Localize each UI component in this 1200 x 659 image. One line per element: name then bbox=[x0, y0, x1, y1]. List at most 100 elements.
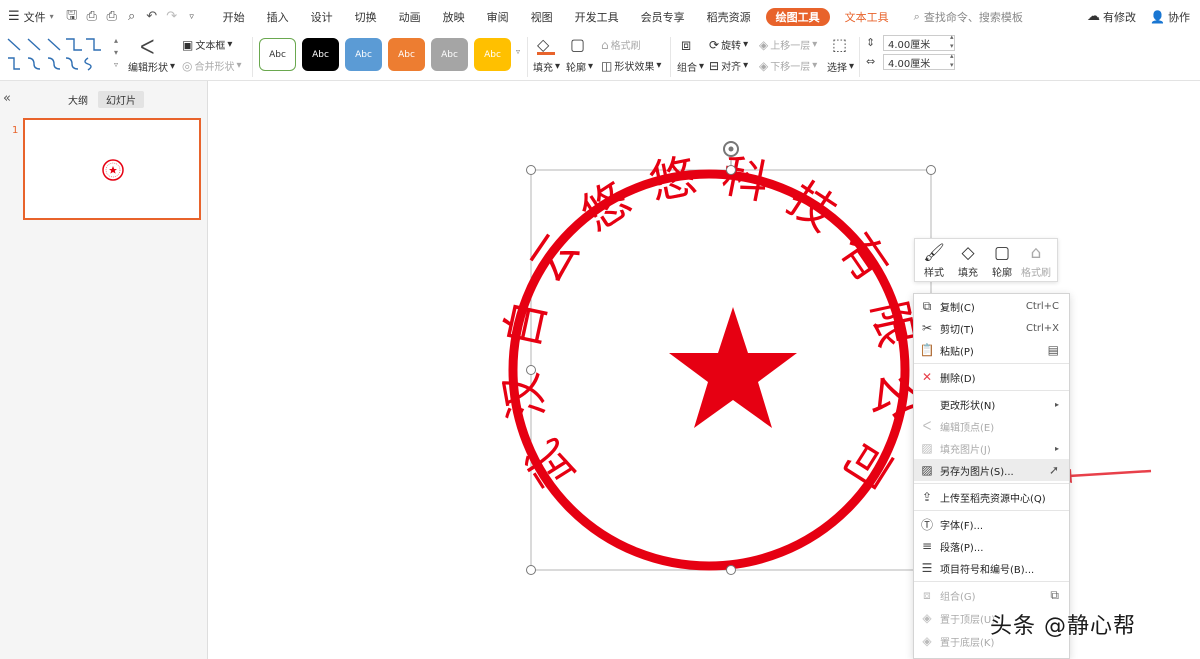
menu-item-group[interactable]: ⧈ 组合(G) ⧉ bbox=[914, 584, 1069, 606]
tab-slideshow[interactable]: 放映 bbox=[432, 0, 476, 33]
width-icon: ⇔ bbox=[866, 55, 876, 68]
list-icon: ☰ bbox=[921, 561, 933, 575]
tab-home[interactable]: 开始 bbox=[212, 0, 256, 33]
fill-label: 填充 bbox=[533, 63, 553, 74]
menu-item-delete[interactable]: ✕ 删除(D) bbox=[914, 366, 1069, 388]
align-button[interactable]: ⊟ 对齐 ▾ bbox=[709, 58, 748, 74]
menu-item-shortcut: Ctrl+C bbox=[1025, 300, 1059, 312]
select-button[interactable]: 选择 ▾ bbox=[827, 59, 854, 74]
merge-shape-button[interactable]: ◎ 合并形状 ▾ bbox=[182, 58, 242, 74]
menu-item-fill-picture[interactable]: ▨ 填充图片(J) ▸ bbox=[914, 437, 1069, 459]
tab-developer[interactable]: 开发工具 bbox=[564, 0, 630, 33]
file-menu-button[interactable]: ☰ 文件 ▾ bbox=[8, 9, 54, 25]
menu-item-bullets[interactable]: ☰ 项目符号和编号(B)... bbox=[914, 557, 1069, 579]
format-painter-button[interactable]: ⌂ 格式刷 bbox=[601, 37, 641, 53]
menu-item-font[interactable]: Ⓣ 字体(F)... bbox=[914, 513, 1069, 535]
group-button[interactable]: 组合 ▾ bbox=[677, 59, 704, 74]
print-preview-icon[interactable]: ⌕ bbox=[123, 8, 141, 26]
outline-button[interactable]: 轮廓 ▾ bbox=[566, 59, 593, 74]
paste-options-icon[interactable]: ▤ bbox=[1048, 343, 1069, 357]
style-swatch-label: Abc bbox=[269, 49, 286, 60]
style-gallery-more[interactable]: ▿ bbox=[516, 47, 520, 56]
redo-icon[interactable]: ↷ bbox=[163, 8, 181, 26]
search-placeholder: 查找命令、搜索模板 bbox=[923, 10, 1023, 24]
width-input[interactable]: 4.00厘米 bbox=[883, 54, 955, 70]
menu-separator bbox=[914, 483, 1069, 484]
group-options-icon[interactable]: ⧉ bbox=[1050, 588, 1069, 603]
style-swatch-6[interactable]: Abc bbox=[474, 38, 511, 71]
menu-item-label: 项目符号和编号(B)... bbox=[940, 564, 1035, 576]
quick-access-dropdown-icon[interactable]: ▿ bbox=[183, 8, 201, 26]
tab-slides[interactable]: 幻灯片 bbox=[98, 91, 144, 108]
style-swatch-2[interactable]: Abc bbox=[302, 38, 339, 71]
mini-style-button[interactable]: 🖌 样式 bbox=[917, 242, 951, 279]
mini-fill-button[interactable]: ◇ 填充 bbox=[951, 242, 985, 279]
text-box-button[interactable]: ▣ 文本框 ▾ bbox=[182, 37, 232, 53]
gallery-scroll[interactable]: ▴ ▾ ▿ bbox=[114, 35, 118, 71]
menu-item-label: 复制(C) bbox=[940, 302, 975, 314]
menu-item-edit-points[interactable]: ᐸ 编辑顶点(E) bbox=[914, 415, 1069, 437]
upload-icon: ⇪ bbox=[921, 490, 933, 504]
tab-docer[interactable]: 稻壳资源 bbox=[696, 0, 762, 33]
style-swatch-label: Abc bbox=[441, 49, 458, 60]
shape-effects-button[interactable]: ◫ 形状效果 ▾ bbox=[601, 58, 661, 74]
mini-format-painter-label: 格式刷 bbox=[1021, 268, 1051, 279]
file-menu-label: 文件 bbox=[23, 10, 46, 24]
tab-transition[interactable]: 切换 bbox=[344, 0, 388, 33]
menu-item-upload[interactable]: ⇪ 上传至稻壳资源中心(Q) bbox=[914, 486, 1069, 508]
watermark-text: 头条 @静心帮 bbox=[990, 614, 1136, 639]
collab-button[interactable]: 👤 协作 bbox=[1150, 9, 1190, 25]
shape-gallery[interactable] bbox=[6, 36, 114, 74]
tab-animation[interactable]: 动画 bbox=[388, 0, 432, 33]
rotate-button[interactable]: ⟳ 旋转 ▾ bbox=[709, 37, 748, 53]
send-backward-button[interactable]: ◈ 下移一层 ▾ bbox=[759, 58, 817, 74]
menu-item-paragraph[interactable]: ≡ 段落(P)... bbox=[914, 535, 1069, 557]
tab-insert[interactable]: 插入 bbox=[256, 0, 300, 33]
shape-effects-icon: ◫ bbox=[601, 58, 613, 73]
outline-icon: ▢ bbox=[570, 35, 586, 54]
edit-shape-button[interactable]: 编辑形状 ▾ bbox=[128, 59, 175, 74]
collapse-panel-icon[interactable]: « bbox=[3, 91, 11, 106]
menu-item-paste[interactable]: 📋 粘贴(P) ▤ bbox=[914, 339, 1069, 361]
save-icon[interactable]: 🖫 bbox=[63, 8, 81, 26]
fill-button[interactable]: 填充 ▾ bbox=[533, 59, 560, 74]
format-painter-label: 格式刷 bbox=[610, 41, 641, 52]
edit-shape-label: 编辑形状 bbox=[128, 63, 168, 74]
print-icon[interactable]: ⎙ bbox=[103, 8, 121, 26]
text-box-label: 文本框 bbox=[195, 41, 226, 52]
outline-label: 轮廓 bbox=[566, 63, 586, 74]
slide-panel: « 大纲 幻灯片 1 bbox=[0, 81, 208, 659]
menu-item-copy[interactable]: ⧉ 复制(C) Ctrl+C bbox=[914, 295, 1069, 317]
paste-icon: 📋 bbox=[919, 343, 935, 357]
style-swatch-label: Abc bbox=[312, 49, 329, 60]
has-changes-button[interactable]: ☁ 有修改 bbox=[1087, 9, 1136, 25]
seal-text: 武汉白云悠悠科技有限公司 bbox=[493, 148, 924, 498]
style-swatch-5[interactable]: Abc bbox=[431, 38, 468, 71]
style-swatch-4[interactable]: Abc bbox=[388, 38, 425, 71]
menu-item-save-as-picture[interactable]: ▨ 另存为图片(S)... ➚ bbox=[914, 459, 1069, 481]
tab-review[interactable]: 审阅 bbox=[476, 0, 520, 33]
tab-design[interactable]: 设计 bbox=[300, 0, 344, 33]
slide-thumbnail[interactable] bbox=[23, 118, 201, 220]
width-stepper[interactable]: ▴ ▾ bbox=[950, 52, 954, 70]
tab-drawing-tools[interactable]: 绘图工具 bbox=[765, 7, 830, 26]
menu-item-label: 字体(F)... bbox=[940, 520, 984, 532]
command-search[interactable]: ⌕ 查找命令、搜索模板 bbox=[914, 9, 1023, 25]
brush-icon: 🖌 bbox=[923, 243, 945, 263]
mini-outline-button[interactable]: ▢ 轮廓 bbox=[985, 242, 1019, 279]
group-label: 组合 bbox=[677, 63, 697, 74]
menu-item-change-shape[interactable]: 更改形状(N) ▸ bbox=[914, 393, 1069, 415]
tab-view[interactable]: 视图 bbox=[520, 0, 564, 33]
style-swatch-3[interactable]: Abc bbox=[345, 38, 382, 71]
bring-forward-button[interactable]: ◈ 上移一层 ▾ bbox=[759, 37, 817, 53]
mini-format-painter-button[interactable]: ⌂ 格式刷 bbox=[1019, 242, 1053, 279]
menu-item-cut[interactable]: ✂ 剪切(T) Ctrl+X bbox=[914, 317, 1069, 339]
tab-text-tools[interactable]: 文本工具 bbox=[834, 0, 900, 33]
height-stepper[interactable]: ▴ ▾ bbox=[950, 33, 954, 51]
tab-outline[interactable]: 大纲 bbox=[62, 91, 94, 108]
style-swatch-1[interactable]: Abc bbox=[259, 38, 296, 71]
export-pdf-icon[interactable]: ⎙ bbox=[83, 8, 101, 26]
tab-member[interactable]: 会员专享 bbox=[630, 0, 696, 33]
undo-icon[interactable]: ↶ bbox=[143, 8, 161, 26]
height-input[interactable]: 4.00厘米 bbox=[883, 35, 955, 51]
